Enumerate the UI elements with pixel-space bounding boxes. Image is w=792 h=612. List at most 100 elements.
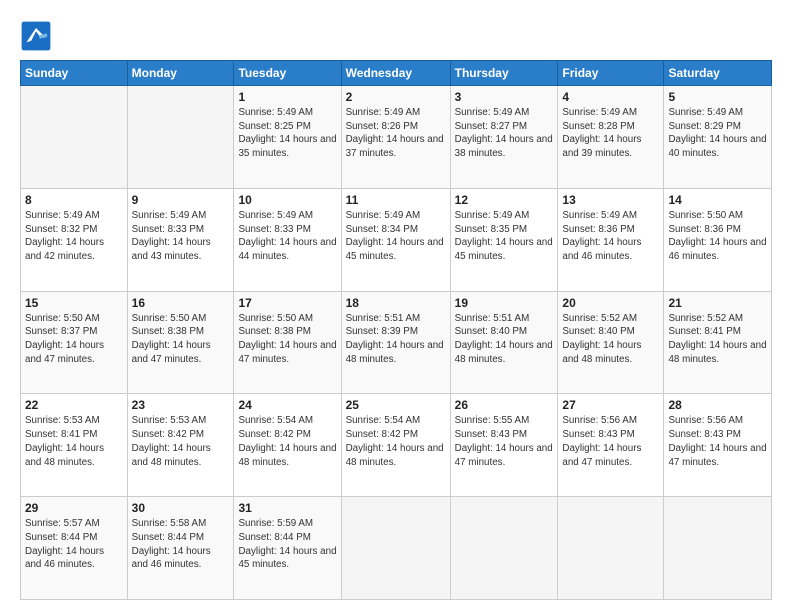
calendar-cell: 14 Sunrise: 5:50 AM Sunset: 8:36 PM Dayl… bbox=[664, 188, 772, 291]
day-header-saturday: Saturday bbox=[664, 61, 772, 86]
day-number: 15 bbox=[25, 296, 123, 310]
calendar-cell bbox=[21, 86, 128, 189]
calendar-cell: 16 Sunrise: 5:50 AM Sunset: 8:38 PM Dayl… bbox=[127, 291, 234, 394]
day-number: 27 bbox=[562, 398, 659, 412]
day-number: 14 bbox=[668, 193, 767, 207]
calendar-cell: 2 Sunrise: 5:49 AM Sunset: 8:26 PM Dayli… bbox=[341, 86, 450, 189]
day-info: Sunrise: 5:49 AM Sunset: 8:33 PM Dayligh… bbox=[132, 209, 230, 264]
day-number: 22 bbox=[25, 398, 123, 412]
calendar-cell: 23 Sunrise: 5:53 AM Sunset: 8:42 PM Dayl… bbox=[127, 394, 234, 497]
day-number: 17 bbox=[238, 296, 336, 310]
day-info: Sunrise: 5:50 AM Sunset: 8:36 PM Dayligh… bbox=[668, 209, 767, 264]
day-info: Sunrise: 5:53 AM Sunset: 8:42 PM Dayligh… bbox=[132, 414, 230, 469]
day-number: 10 bbox=[238, 193, 336, 207]
calendar-cell: 17 Sunrise: 5:50 AM Sunset: 8:38 PM Dayl… bbox=[234, 291, 341, 394]
calendar-cell bbox=[127, 86, 234, 189]
day-number: 1 bbox=[238, 90, 336, 104]
day-header-friday: Friday bbox=[558, 61, 664, 86]
day-number: 29 bbox=[25, 501, 123, 515]
calendar-cell: 31 Sunrise: 5:59 AM Sunset: 8:44 PM Dayl… bbox=[234, 497, 341, 600]
day-info: Sunrise: 5:49 AM Sunset: 8:33 PM Dayligh… bbox=[238, 209, 336, 264]
day-number: 31 bbox=[238, 501, 336, 515]
calendar-cell: 15 Sunrise: 5:50 AM Sunset: 8:37 PM Dayl… bbox=[21, 291, 128, 394]
day-info: Sunrise: 5:56 AM Sunset: 8:43 PM Dayligh… bbox=[562, 414, 659, 469]
day-info: Sunrise: 5:49 AM Sunset: 8:29 PM Dayligh… bbox=[668, 106, 767, 161]
calendar-cell: 8 Sunrise: 5:49 AM Sunset: 8:32 PM Dayli… bbox=[21, 188, 128, 291]
day-info: Sunrise: 5:57 AM Sunset: 8:44 PM Dayligh… bbox=[25, 517, 123, 572]
day-info: Sunrise: 5:58 AM Sunset: 8:44 PM Dayligh… bbox=[132, 517, 230, 572]
logo-icon bbox=[20, 20, 52, 52]
day-number: 19 bbox=[455, 296, 554, 310]
day-info: Sunrise: 5:49 AM Sunset: 8:32 PM Dayligh… bbox=[25, 209, 123, 264]
day-number: 24 bbox=[238, 398, 336, 412]
calendar-cell bbox=[558, 497, 664, 600]
day-number: 18 bbox=[346, 296, 446, 310]
calendar-cell: 9 Sunrise: 5:49 AM Sunset: 8:33 PM Dayli… bbox=[127, 188, 234, 291]
day-info: Sunrise: 5:55 AM Sunset: 8:43 PM Dayligh… bbox=[455, 414, 554, 469]
calendar-cell bbox=[450, 497, 558, 600]
calendar-cell: 22 Sunrise: 5:53 AM Sunset: 8:41 PM Dayl… bbox=[21, 394, 128, 497]
day-info: Sunrise: 5:53 AM Sunset: 8:41 PM Dayligh… bbox=[25, 414, 123, 469]
calendar-table: SundayMondayTuesdayWednesdayThursdayFrid… bbox=[20, 60, 772, 600]
day-number: 8 bbox=[25, 193, 123, 207]
day-number: 30 bbox=[132, 501, 230, 515]
day-number: 21 bbox=[668, 296, 767, 310]
day-number: 11 bbox=[346, 193, 446, 207]
calendar-header-row: SundayMondayTuesdayWednesdayThursdayFrid… bbox=[21, 61, 772, 86]
day-number: 9 bbox=[132, 193, 230, 207]
calendar-cell: 12 Sunrise: 5:49 AM Sunset: 8:35 PM Dayl… bbox=[450, 188, 558, 291]
calendar-cell bbox=[341, 497, 450, 600]
day-info: Sunrise: 5:54 AM Sunset: 8:42 PM Dayligh… bbox=[238, 414, 336, 469]
calendar-cell: 4 Sunrise: 5:49 AM Sunset: 8:28 PM Dayli… bbox=[558, 86, 664, 189]
calendar-cell: 26 Sunrise: 5:55 AM Sunset: 8:43 PM Dayl… bbox=[450, 394, 558, 497]
calendar-cell: 28 Sunrise: 5:56 AM Sunset: 8:43 PM Dayl… bbox=[664, 394, 772, 497]
day-number: 13 bbox=[562, 193, 659, 207]
day-info: Sunrise: 5:54 AM Sunset: 8:42 PM Dayligh… bbox=[346, 414, 446, 469]
day-number: 12 bbox=[455, 193, 554, 207]
calendar-cell: 20 Sunrise: 5:52 AM Sunset: 8:40 PM Dayl… bbox=[558, 291, 664, 394]
calendar-week-2: 8 Sunrise: 5:49 AM Sunset: 8:32 PM Dayli… bbox=[21, 188, 772, 291]
day-info: Sunrise: 5:49 AM Sunset: 8:35 PM Dayligh… bbox=[455, 209, 554, 264]
page: SundayMondayTuesdayWednesdayThursdayFrid… bbox=[0, 0, 792, 612]
day-header-wednesday: Wednesday bbox=[341, 61, 450, 86]
day-info: Sunrise: 5:52 AM Sunset: 8:41 PM Dayligh… bbox=[668, 312, 767, 367]
day-number: 28 bbox=[668, 398, 767, 412]
calendar-cell: 5 Sunrise: 5:49 AM Sunset: 8:29 PM Dayli… bbox=[664, 86, 772, 189]
day-number: 2 bbox=[346, 90, 446, 104]
day-number: 4 bbox=[562, 90, 659, 104]
day-number: 20 bbox=[562, 296, 659, 310]
calendar-cell: 10 Sunrise: 5:49 AM Sunset: 8:33 PM Dayl… bbox=[234, 188, 341, 291]
day-number: 26 bbox=[455, 398, 554, 412]
day-number: 16 bbox=[132, 296, 230, 310]
calendar-week-3: 15 Sunrise: 5:50 AM Sunset: 8:37 PM Dayl… bbox=[21, 291, 772, 394]
day-number: 25 bbox=[346, 398, 446, 412]
header bbox=[20, 16, 772, 52]
calendar-cell: 11 Sunrise: 5:49 AM Sunset: 8:34 PM Dayl… bbox=[341, 188, 450, 291]
calendar-week-4: 22 Sunrise: 5:53 AM Sunset: 8:41 PM Dayl… bbox=[21, 394, 772, 497]
calendar-cell: 21 Sunrise: 5:52 AM Sunset: 8:41 PM Dayl… bbox=[664, 291, 772, 394]
calendar-cell: 29 Sunrise: 5:57 AM Sunset: 8:44 PM Dayl… bbox=[21, 497, 128, 600]
day-info: Sunrise: 5:49 AM Sunset: 8:36 PM Dayligh… bbox=[562, 209, 659, 264]
calendar-cell: 24 Sunrise: 5:54 AM Sunset: 8:42 PM Dayl… bbox=[234, 394, 341, 497]
calendar-cell: 19 Sunrise: 5:51 AM Sunset: 8:40 PM Dayl… bbox=[450, 291, 558, 394]
day-info: Sunrise: 5:49 AM Sunset: 8:34 PM Dayligh… bbox=[346, 209, 446, 264]
day-info: Sunrise: 5:49 AM Sunset: 8:26 PM Dayligh… bbox=[346, 106, 446, 161]
day-info: Sunrise: 5:52 AM Sunset: 8:40 PM Dayligh… bbox=[562, 312, 659, 367]
calendar-week-1: 1 Sunrise: 5:49 AM Sunset: 8:25 PM Dayli… bbox=[21, 86, 772, 189]
day-info: Sunrise: 5:51 AM Sunset: 8:39 PM Dayligh… bbox=[346, 312, 446, 367]
calendar-cell: 25 Sunrise: 5:54 AM Sunset: 8:42 PM Dayl… bbox=[341, 394, 450, 497]
calendar-cell: 3 Sunrise: 5:49 AM Sunset: 8:27 PM Dayli… bbox=[450, 86, 558, 189]
day-number: 3 bbox=[455, 90, 554, 104]
calendar-cell: 18 Sunrise: 5:51 AM Sunset: 8:39 PM Dayl… bbox=[341, 291, 450, 394]
calendar-cell: 27 Sunrise: 5:56 AM Sunset: 8:43 PM Dayl… bbox=[558, 394, 664, 497]
day-info: Sunrise: 5:56 AM Sunset: 8:43 PM Dayligh… bbox=[668, 414, 767, 469]
day-header-thursday: Thursday bbox=[450, 61, 558, 86]
day-number: 5 bbox=[668, 90, 767, 104]
day-info: Sunrise: 5:50 AM Sunset: 8:37 PM Dayligh… bbox=[25, 312, 123, 367]
calendar-cell bbox=[664, 497, 772, 600]
logo bbox=[20, 20, 56, 52]
calendar-cell: 30 Sunrise: 5:58 AM Sunset: 8:44 PM Dayl… bbox=[127, 497, 234, 600]
day-header-sunday: Sunday bbox=[21, 61, 128, 86]
day-info: Sunrise: 5:49 AM Sunset: 8:28 PM Dayligh… bbox=[562, 106, 659, 161]
calendar-cell: 13 Sunrise: 5:49 AM Sunset: 8:36 PM Dayl… bbox=[558, 188, 664, 291]
